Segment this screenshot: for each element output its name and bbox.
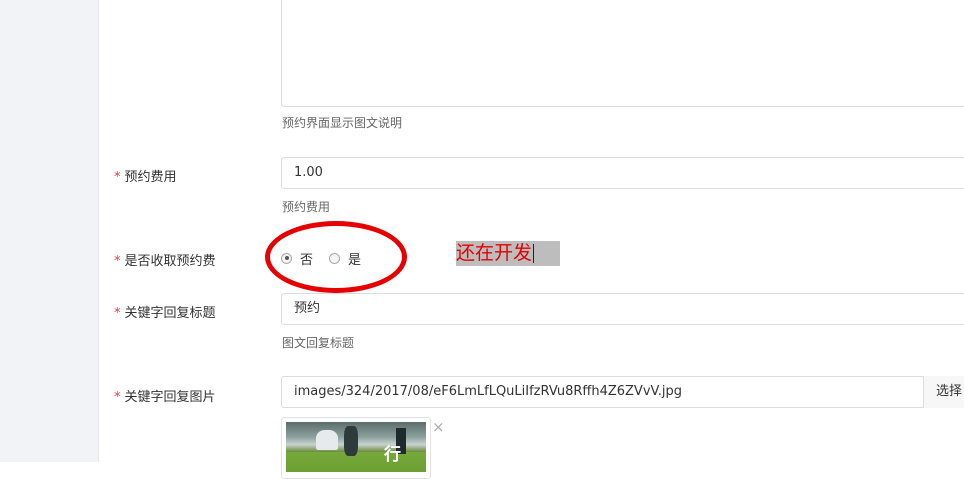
left-sidebar bbox=[0, 0, 99, 462]
keyword-image-label: * 关键字回复图片 bbox=[114, 386, 216, 405]
annotation-red-ellipse bbox=[265, 221, 407, 293]
remove-image-close-icon[interactable]: × bbox=[432, 419, 445, 435]
annotation-dev-note-text: 还在开发 bbox=[456, 242, 533, 264]
required-mark: * bbox=[114, 254, 121, 269]
fee-help-text: 预约费用 bbox=[282, 200, 331, 214]
required-mark: * bbox=[114, 306, 121, 321]
fee-label: * 预约费用 bbox=[114, 166, 177, 185]
fee-input[interactable]: 1.00 bbox=[281, 157, 964, 189]
keyword-image-path-input[interactable]: images/324/2017/08/eF6LmLfLQuLiIfzRVu8Rf… bbox=[281, 376, 964, 408]
fee-label-text: 预约费用 bbox=[124, 170, 177, 185]
required-mark: * bbox=[114, 170, 121, 185]
select-image-button[interactable]: 选择 bbox=[923, 376, 964, 408]
charge-fee-label: * 是否收取预约费 bbox=[114, 250, 216, 269]
image-thumbnail bbox=[286, 422, 426, 472]
required-mark: * bbox=[114, 390, 121, 405]
annotation-dev-note: 还在开发 bbox=[456, 241, 561, 266]
keyword-image-label-text: 关键字回复图片 bbox=[124, 390, 216, 405]
description-help-text: 预约界面显示图文说明 bbox=[282, 116, 403, 130]
keyword-title-label-text: 关键字回复标题 bbox=[124, 306, 216, 321]
thumbnail-logo-text: 行 bbox=[384, 445, 401, 465]
keyword-title-input[interactable]: 预约 bbox=[281, 293, 964, 325]
keyword-title-label: * 关键字回复标题 bbox=[114, 302, 216, 321]
text-caret bbox=[533, 244, 535, 263]
keyword-title-help-text: 图文回复标题 bbox=[282, 336, 355, 350]
description-textarea[interactable] bbox=[281, 0, 964, 107]
charge-fee-label-text: 是否收取预约费 bbox=[124, 254, 216, 269]
